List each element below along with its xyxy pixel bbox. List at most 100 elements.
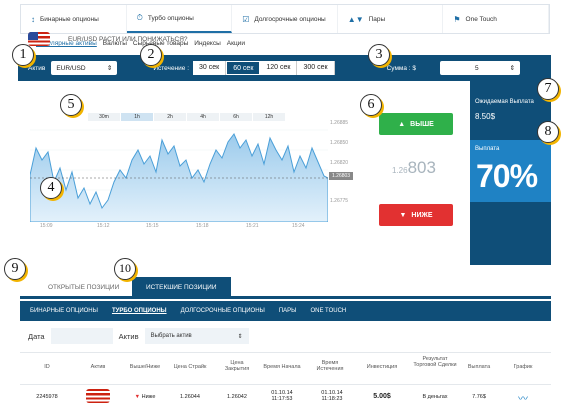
payout-panel: Ожидаемая Выплата 8.50$ Выплата 70% [470,82,551,265]
down-triangle-icon: ▼ [399,211,407,219]
price-chart [30,129,328,222]
asset-select[interactable]: EUR/USD ⇕ [51,61,118,75]
annotation-badge-1: 1 [12,44,34,66]
cell-id: 2245978 [36,394,58,400]
col-start: Время Начала [263,364,301,370]
positions-table-header: ID Актив Выше/Ниже Цена Страйк Цена Закр… [20,352,551,382]
expiry-label: Истечение : [153,64,190,72]
col-direction: Выше/Ниже [129,364,161,370]
tab-longterm-options[interactable]: ☑ Долгосрочные опционы [232,5,338,33]
expiry-60s[interactable]: 60 сек [226,61,261,75]
expected-payout-value: 8.50$ [475,112,496,121]
expiry-30s[interactable]: 30 сек [193,61,227,75]
select-arrows-icon: ⇕ [509,65,516,72]
x-tick: 15:18 [196,223,209,229]
col-payout: Выплата [467,364,491,370]
flag-icon: ⚑ [453,14,461,24]
subtab-turbo[interactable]: ТУРБО ОПЦИОНЫ [112,308,167,314]
us-flag-icon [86,389,110,403]
tab-one-touch[interactable]: ⚑ One Touch [443,5,549,33]
call-up-button[interactable]: ▲ ВЫШЕ [379,113,453,135]
cell-result: В деньгах [422,394,448,400]
annotation-badge-7: 7 [537,78,559,100]
tab-open-positions[interactable]: ОТКРЫТЫЕ ПОЗИЦИИ [34,277,133,299]
amount-select[interactable]: 5 ⇕ [440,61,521,75]
cell-direction-text: Ниже [141,394,156,400]
cell-investment: 5.00$ [373,393,391,400]
col-strike: Цена Страйк [173,364,207,370]
y-tick: 1.26850 [330,140,349,146]
annotation-badge-3: 3 [368,44,390,66]
subtab-binary[interactable]: БИНАРНЫЕ ОПЦИОНЫ [30,308,98,314]
category-indices[interactable]: Индексы [194,40,221,47]
col-investment: Инвестиция [366,364,398,370]
category-stocks[interactable]: Акции [227,40,245,47]
amount-value: 5 [475,64,479,72]
up-triangle-icon: ▲ [398,120,406,128]
cell-direction: ▼ Ниже [125,394,165,400]
put-down-button[interactable]: ▼ НИЖЕ [379,204,453,226]
up-button-label: ВЫШЕ [410,120,434,128]
cell-strike: 1.26044 [180,394,200,400]
trend-chart-icon[interactable]: 〰 [514,390,532,405]
expiry-300s[interactable]: 300 сек [297,61,335,75]
tab-binary-options[interactable]: ↕ Бинарные опционы [21,5,127,33]
col-id: ID [44,364,50,370]
annotation-badge-10: 10 [114,258,136,280]
asset-filter-value: Выбрать актив [150,333,192,339]
date-label: Дата [28,331,45,341]
amount-label: Сумма : $ [386,64,417,72]
asset-value: EUR/USD [56,64,86,72]
subtab-longterm[interactable]: ДОЛГОСРОЧНЫЕ ОПЦИОНЫ [181,308,265,314]
calendar-check-icon: ☑ [242,14,250,24]
stopwatch-icon: ⏱ [136,13,143,22]
payout-label: Выплата [475,146,500,152]
y-tick: 1.26820 [330,160,349,166]
asset-filter-select[interactable]: Выбрать актив ⇕ [144,328,249,344]
tab-pairs[interactable]: ▲▼ Пары [338,5,444,33]
subtab-pairs[interactable]: ПАРЫ [279,308,297,314]
trade-controls: Актив EUR/USD ⇕ Истечение : 30 сек 60 сек… [18,55,551,81]
select-arrows-icon: ⇕ [237,333,243,340]
arrows-updown-icon: ↕ [31,14,35,24]
payout-box: Выплата 70% [470,140,551,202]
annotation-badge-4: 4 [40,177,62,199]
tab-expired-positions[interactable]: ИСТЕКШИЕ ПОЗИЦИИ [132,277,231,299]
x-tick: 15:12 [97,223,110,229]
x-tick: 15:15 [146,223,159,229]
select-arrows-icon: ⇕ [106,65,113,72]
positions-filters: Дата Актив Выбрать актив ⇕ [20,328,249,344]
annotation-badge-9: 9 [4,258,26,280]
live-price: 1.26803 [392,158,436,178]
price-prefix: 1.26 [392,166,408,175]
asset-label: Актив [28,64,46,72]
annotation-badge-6: 6 [360,94,382,116]
payout-percent: 70% [476,158,538,194]
y-tick: 1.26885 [330,120,349,126]
date-input[interactable] [50,328,113,344]
cell-payout: 7.76$ [472,394,486,400]
asset-filter-label: Актив [118,331,139,341]
cell-close: 1.26042 [227,394,247,400]
down-triangle-icon: ▼ [134,394,142,400]
down-button-label: НИЖЕ [411,211,433,219]
col-chart: График [513,364,533,370]
expiry-options: 30 сек 60 сек 120 сек 300 сек [193,61,335,75]
positions-tabs: ОТКРЫТЫЕ ПОЗИЦИИ ИСТЕКШИЕ ПОЗИЦИИ [20,277,551,299]
cell-start: 01.10.14 11:17:53 [271,390,293,402]
tab-turbo-options[interactable]: ⏱ Турбо опционы [126,5,233,33]
option-type-nav: ↕ Бинарные опционы ⏱ Турбо опционы ☑ Долгос… [20,4,550,34]
expected-payout-label: Ожидаемая Выплата [475,99,534,105]
x-tick: 15:09 [40,223,53,229]
expiry-120s[interactable]: 120 сек [260,61,298,75]
col-expiry: Время Истечения [316,360,344,372]
tab-label: Долгосрочные опционы [254,15,326,23]
tab-label: Бинарные опционы [40,15,99,23]
subtab-one-touch[interactable]: ONE TOUCH [310,308,346,314]
cell-expiry: 01.10.14 11:18:23 [321,390,343,402]
table-row[interactable]: 2245978 ▼ Ниже 1.26044 1.26042 01.10.14 … [20,384,551,408]
us-flag-icon [28,32,50,46]
annotation-badge-8: 8 [537,121,559,143]
annotation-badge-2: 2 [140,44,162,66]
col-result: Результат Торговой Сделки [413,356,457,368]
